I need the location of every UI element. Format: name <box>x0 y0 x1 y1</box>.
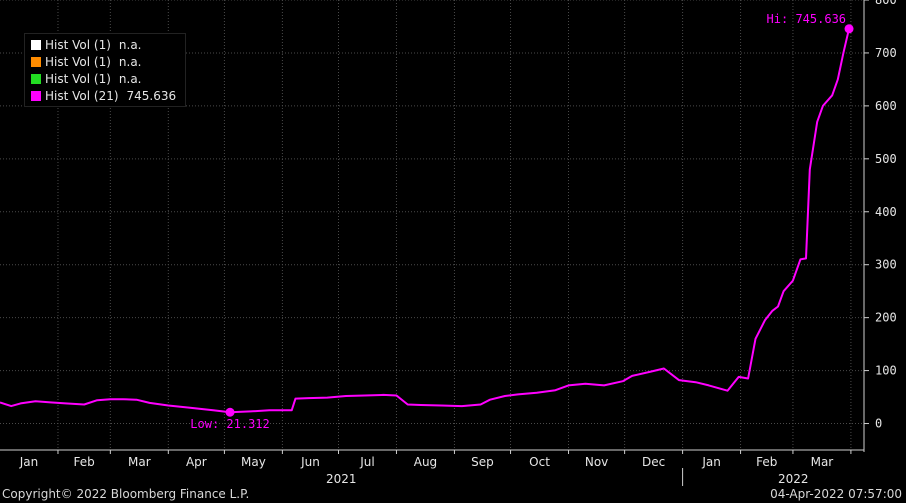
legend-value: n.a. <box>118 38 142 52</box>
x-tick-label: Dec <box>642 455 665 469</box>
y-tick-label: 600 <box>875 99 897 113</box>
legend-swatch <box>31 57 41 67</box>
legend-item: Hist Vol (1) n.a. <box>31 71 142 87</box>
x-tick-label: Oct <box>529 455 550 469</box>
y-tick-label: 0 <box>875 417 882 431</box>
hi-label: Hi: 745.636 <box>767 12 846 26</box>
x-tick-label: Nov <box>585 455 608 469</box>
x-tick-label: May <box>241 455 266 469</box>
y-tick-label: 800 <box>875 0 897 7</box>
x-tick-label: Jan <box>701 455 721 469</box>
x-tick-label: Jul <box>359 455 374 469</box>
y-tick-label: 100 <box>875 364 897 378</box>
copyright-text: Copyright© 2022 Bloomberg Finance L.P. <box>2 487 250 501</box>
low-marker <box>225 407 235 417</box>
legend-swatch <box>31 91 41 101</box>
legend-value: n.a. <box>118 72 142 86</box>
y-axis: 0 100 200 300 400 500 600 700 800 <box>863 0 897 452</box>
legend-label: Hist Vol (1) <box>45 38 111 52</box>
legend-label: Hist Vol (21) <box>45 89 119 103</box>
y-tick-label: 700 <box>875 46 897 60</box>
x-year-label: 2022 <box>778 472 809 486</box>
x-axis: Jan Feb Mar Apr May Jun Jul Aug Sep Oct Nov Dec Jan F… <box>0 449 864 486</box>
timestamp-text: 04-Apr-2022 07:57:00 <box>770 487 902 501</box>
x-tick-label: Feb <box>756 455 777 469</box>
legend-label: Hist Vol (1) <box>45 55 111 69</box>
legend-swatch <box>31 74 41 84</box>
x-tick-label: Feb <box>74 455 95 469</box>
x-tick-label: Sep <box>471 455 494 469</box>
y-tick-label: 500 <box>875 152 897 166</box>
legend-item: Hist Vol (21) 745.636 <box>31 88 176 104</box>
y-tick-label: 400 <box>875 205 897 219</box>
y-tick-label: 300 <box>875 258 897 272</box>
legend-label: Hist Vol (1) <box>45 72 111 86</box>
x-tick-label: Jan <box>19 455 39 469</box>
legend-value: n.a. <box>118 55 142 69</box>
x-tick-label: Mar <box>811 455 834 469</box>
x-year-label: 2021 <box>326 472 357 486</box>
y-tick-label: 200 <box>875 311 897 325</box>
low-label: Low: 21.312 <box>190 417 269 431</box>
legend: Hist Vol (1) n.a. Hist Vol (1) n.a. Hist V… <box>24 33 186 107</box>
legend-item: Hist Vol (1) n.a. <box>31 54 142 70</box>
x-tick-label: Aug <box>414 455 437 469</box>
legend-value: 745.636 <box>126 89 177 103</box>
x-tick-label: Mar <box>128 455 151 469</box>
x-tick-label: Jun <box>300 455 320 469</box>
legend-item: Hist Vol (1) n.a. <box>31 37 142 53</box>
legend-swatch <box>31 40 41 50</box>
x-tick-label: Apr <box>186 455 207 469</box>
